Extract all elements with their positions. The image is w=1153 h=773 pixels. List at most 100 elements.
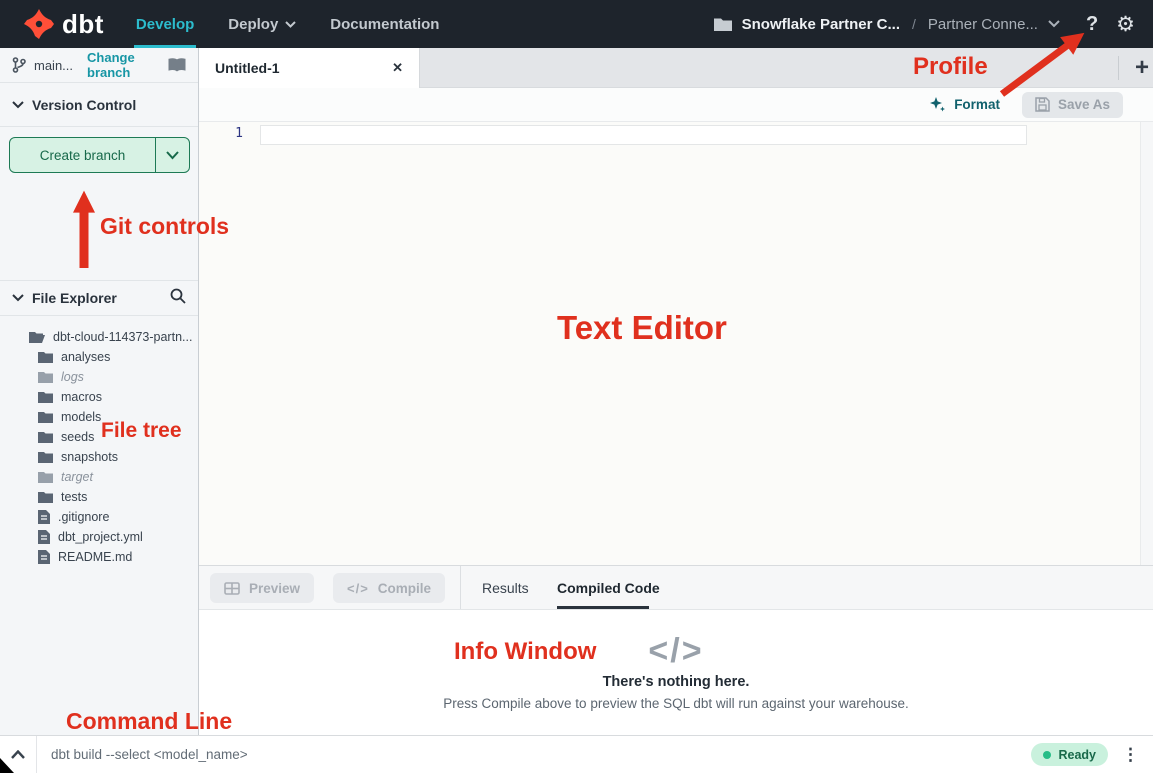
text-editor[interactable]: 1 [199, 122, 1153, 565]
nav-documentation-label: Documentation [330, 16, 439, 33]
project-selector[interactable]: Partner Conne... [928, 16, 1038, 33]
tree-item-logs[interactable]: logs [0, 367, 198, 387]
tree-item-label: analyses [61, 350, 110, 364]
nav-deploy-label: Deploy [228, 16, 278, 33]
nav-documentation[interactable]: Documentation [330, 0, 439, 48]
help-icon[interactable]: ? [1086, 13, 1098, 36]
tab-compiled-code[interactable]: Compiled Code [557, 566, 660, 610]
tree-item-dbt-project[interactable]: dbt_project.yml [0, 527, 198, 547]
nav-develop-label: Develop [136, 16, 194, 33]
version-control-title: Version Control [32, 97, 136, 113]
top-header: dbt Develop Deploy Documentation Snowfla… [0, 0, 1153, 48]
status-dot [1043, 751, 1051, 759]
tree-item-label: dbt-cloud-114373-partn... [53, 330, 192, 344]
tree-item-label: macros [61, 390, 102, 404]
table-icon [224, 582, 240, 595]
active-panel-tab-underline [557, 606, 649, 609]
file-icon [38, 550, 50, 564]
save-as-button[interactable]: Save As [1022, 92, 1123, 118]
tree-item-label: README.md [58, 550, 132, 564]
breadcrumb-separator: / [912, 16, 916, 32]
info-panel-header: Preview </> Compile Results Compiled Cod… [199, 565, 1153, 610]
line-number: 1 [221, 126, 243, 141]
account-selector[interactable]: Snowflake Partner C... [742, 16, 900, 33]
docs-book-icon[interactable] [168, 58, 186, 72]
dbt-logo-icon [22, 7, 56, 41]
folder-open-icon [29, 331, 45, 343]
branch-row: main... Change branch [0, 48, 198, 83]
tab-strip: Untitled-1 ✕ + [199, 48, 1153, 88]
command-line-bar: Ready ⋮ [0, 735, 1153, 773]
status-badge: Ready [1031, 743, 1108, 766]
compile-button[interactable]: </> Compile [333, 573, 445, 603]
sparkle-icon [929, 96, 946, 113]
tree-item-label: dbt_project.yml [58, 530, 143, 544]
tree-item-label: tests [61, 490, 87, 504]
code-icon: </> [648, 634, 703, 668]
chevron-down-icon [12, 101, 24, 109]
main-nav: Develop Deploy Documentation [136, 0, 440, 48]
file-explorer-header[interactable]: File Explorer [0, 280, 198, 316]
tab-results[interactable]: Results [482, 566, 529, 610]
file-icon [38, 510, 50, 524]
nav-deploy[interactable]: Deploy [228, 0, 296, 48]
kebab-menu-icon[interactable]: ⋮ [1122, 746, 1139, 763]
tree-item-macros[interactable]: macros [0, 387, 198, 407]
save-as-label: Save As [1058, 97, 1110, 112]
folder-icon [38, 451, 53, 463]
file-tree: dbt-cloud-114373-partn... analyses logs … [0, 327, 198, 567]
tree-item-root[interactable]: dbt-cloud-114373-partn... [0, 327, 198, 347]
tree-item-label: seeds [61, 430, 94, 444]
tree-item-models[interactable]: models [0, 407, 198, 427]
dbt-cloud-ide: dbt Develop Deploy Documentation Snowfla… [0, 0, 1153, 773]
chevron-down-icon [285, 21, 296, 28]
tree-item-snapshots[interactable]: snapshots [0, 447, 198, 467]
editor-toolbar: Format Save As [199, 88, 1153, 122]
folder-icon [38, 431, 53, 443]
preview-button[interactable]: Preview [210, 573, 314, 603]
code-icon: </> [347, 581, 369, 596]
left-sidebar: main... Change branch Version Control Cr… [0, 48, 199, 735]
folder-icon [714, 17, 732, 31]
format-button[interactable]: Format [929, 96, 1000, 113]
gear-icon[interactable]: ⚙ [1116, 12, 1135, 37]
main-area: Untitled-1 ✕ + Format [199, 48, 1153, 735]
tabstrip-divider [1118, 56, 1119, 80]
create-branch-label: Create branch [10, 138, 155, 172]
file-explorer-title: File Explorer [32, 290, 117, 306]
folder-icon [38, 491, 53, 503]
tab-untitled-1[interactable]: Untitled-1 ✕ [199, 48, 420, 88]
folder-icon [38, 391, 53, 403]
tab-label: Untitled-1 [215, 60, 280, 76]
current-branch-name: main... [34, 58, 73, 73]
folder-icon [38, 371, 53, 383]
version-control-header[interactable]: Version Control [0, 83, 198, 127]
editor-scrollbar-strip[interactable] [1140, 122, 1153, 565]
tree-item-readme[interactable]: README.md [0, 547, 198, 567]
create-branch-caret[interactable] [155, 138, 189, 172]
command-line-input[interactable] [37, 736, 1031, 773]
dbt-logo[interactable]: dbt [22, 7, 104, 41]
search-icon[interactable] [170, 288, 186, 309]
folder-icon [38, 351, 53, 363]
chevron-down-icon[interactable] [1048, 20, 1060, 28]
tree-item-gitignore[interactable]: .gitignore [0, 507, 198, 527]
git-branch-icon [12, 57, 26, 73]
tree-item-tests[interactable]: tests [0, 487, 198, 507]
tree-item-analyses[interactable]: analyses [0, 347, 198, 367]
nav-develop[interactable]: Develop [136, 0, 194, 48]
empty-state-title: There's nothing here. [603, 674, 750, 690]
create-branch-button[interactable]: Create branch [9, 137, 190, 173]
empty-state-subtitle: Press Compile above to preview the SQL d… [443, 696, 909, 711]
status-label: Ready [1058, 748, 1096, 762]
new-tab-button[interactable]: + [1128, 52, 1153, 84]
change-branch-link[interactable]: Change branch [87, 50, 160, 80]
mouse-cursor [0, 758, 14, 773]
current-line-highlight[interactable] [260, 125, 1027, 145]
close-icon[interactable]: ✕ [392, 60, 403, 76]
format-label: Format [954, 97, 1000, 112]
folder-icon [38, 471, 53, 483]
tree-item-target[interactable]: target [0, 467, 198, 487]
tree-item-seeds[interactable]: seeds [0, 427, 198, 447]
preview-label: Preview [249, 581, 300, 596]
